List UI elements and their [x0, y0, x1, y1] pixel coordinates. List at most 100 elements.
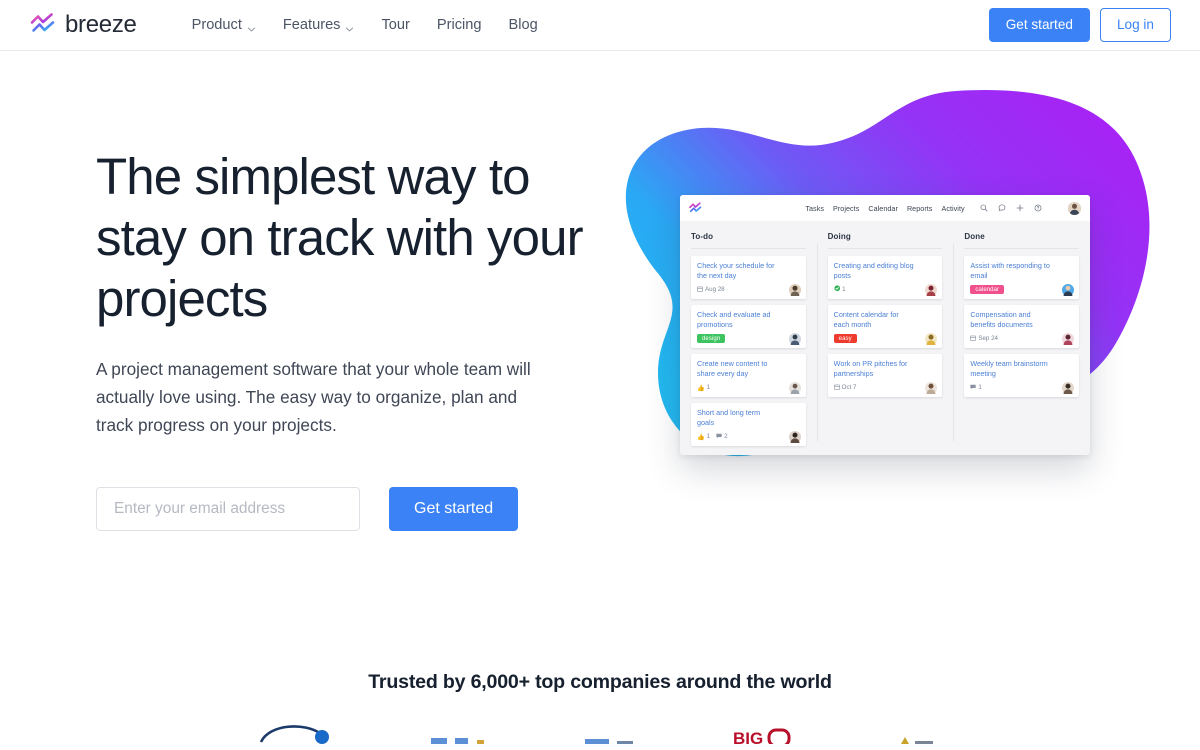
task-assignee-avatar[interactable] — [925, 283, 938, 300]
task-tag[interactable]: design — [697, 334, 726, 343]
task-comment-count-label: 1 — [978, 384, 982, 391]
app-nav-tasks[interactable]: Tasks — [805, 204, 824, 213]
task-comment-count-label: 2 — [724, 433, 728, 440]
task-title: Check and evaluate ad promotions — [697, 310, 771, 329]
task-due-date: Aug 28 — [697, 286, 725, 294]
hero-illustration: Tasks Projects Calendar Reports Activity — [596, 81, 1176, 501]
trusted-by-title: Trusted by 6,000+ top companies around t… — [368, 671, 832, 693]
breeze-zigzag-logo-icon — [30, 12, 56, 38]
task-meta: Oct 7 — [833, 383, 937, 392]
app-topbar: Tasks Projects Calendar Reports Activity — [680, 195, 1090, 221]
signup-form: Get started — [96, 487, 596, 531]
task-assignee-avatar[interactable] — [1062, 283, 1075, 300]
task-due-date-label: Aug 28 — [705, 286, 725, 293]
task-meta: Sep 24 — [970, 334, 1073, 343]
hero-subtitle: A project management software that your … — [96, 359, 531, 435]
chevron-down-icon — [345, 22, 354, 31]
task-comment-count: 2 — [716, 433, 728, 441]
hero-copy: The simplest way to stay on track with y… — [96, 146, 596, 531]
task-like-count: 👍 1 — [697, 384, 710, 392]
svg-text:BIG: BIG — [733, 729, 763, 744]
task-meta: design — [697, 334, 800, 343]
calendar-icon — [970, 335, 977, 343]
app-screenshot-window: Tasks Projects Calendar Reports Activity — [680, 195, 1090, 455]
task-tag[interactable]: easy — [833, 334, 857, 343]
partner-logo-bigo: BIG — [733, 722, 795, 744]
app-nav-calendar[interactable]: Calendar — [868, 204, 898, 213]
task-assignee-avatar[interactable] — [1062, 332, 1075, 349]
task-card[interactable]: Compensation and benefits documents Sep … — [964, 305, 1080, 349]
task-card[interactable]: Short and long term goals 👍 1 2 — [691, 403, 806, 447]
task-assignee-avatar[interactable] — [925, 381, 938, 398]
task-checklist-count: 1 — [834, 285, 846, 294]
comment-icon — [716, 433, 722, 441]
nav-item-label: Features — [282, 17, 341, 33]
task-card[interactable]: Content calendar for each month easy — [827, 305, 943, 349]
task-title: Create new content to share every day — [697, 359, 768, 378]
task-title: Short and long term goals — [697, 408, 761, 427]
task-assignee-avatar[interactable] — [788, 381, 801, 398]
task-assignee-avatar[interactable] — [788, 332, 801, 349]
task-checklist-count-label: 1 — [842, 286, 846, 293]
task-card[interactable]: Creating and editing blog posts 1 — [827, 256, 943, 300]
header-get-started-button[interactable]: Get started — [988, 8, 1090, 42]
nav-item-blog[interactable]: Blog — [508, 17, 537, 33]
app-user-avatar[interactable] — [1068, 201, 1081, 215]
hero-section: The simplest way to stay on track with y… — [0, 51, 1200, 671]
check-circle-icon — [834, 285, 841, 294]
task-meta: 👍 1 — [697, 383, 800, 392]
nav-item-product[interactable]: Product — [192, 17, 256, 33]
task-like-count: 👍 1 — [697, 433, 710, 441]
partner-logo-1 — [259, 722, 333, 744]
app-nav-projects[interactable]: Projects — [833, 204, 859, 213]
task-card[interactable]: Work on PR pitches for partnerships Oct … — [827, 354, 943, 398]
task-assignee-avatar[interactable] — [788, 430, 801, 447]
board-column-done: Done Assist with responding to email cal… — [953, 232, 1090, 455]
task-card[interactable]: Check and evaluate ad promotions design — [691, 305, 806, 349]
task-card[interactable]: Check your schedule for the next day Aug… — [691, 256, 806, 300]
header-login-button[interactable]: Log in — [1099, 8, 1171, 42]
task-assignee-avatar[interactable] — [1062, 381, 1075, 398]
help-circle-icon[interactable] — [1034, 204, 1042, 212]
brand-logo-link[interactable]: breeze — [30, 12, 137, 38]
site-header: breeze Product Features Tour Pricing Blo… — [0, 0, 1200, 51]
nav-item-tour[interactable]: Tour — [381, 17, 409, 33]
trusted-by-section: Trusted by 6,000+ top companies around t… — [0, 671, 1200, 744]
task-title: Check your schedule for the next day — [697, 261, 775, 280]
task-assignee-avatar[interactable] — [925, 332, 938, 349]
thumbs-up-icon: 👍 — [697, 384, 705, 392]
chevron-down-icon — [247, 22, 256, 31]
nav-item-features[interactable]: Features — [283, 17, 355, 33]
nav-item-label: Product — [191, 17, 242, 33]
comment-icon — [970, 384, 976, 392]
task-meta: 👍 1 2 — [697, 432, 800, 441]
task-title: Work on PR pitches for partnerships — [833, 359, 908, 378]
task-due-date-label: Oct 7 — [841, 384, 857, 391]
hero-get-started-button[interactable]: Get started — [389, 487, 519, 531]
plus-icon[interactable] — [1016, 204, 1024, 212]
task-meta: Aug 28 — [697, 285, 800, 294]
task-due-date: Oct 7 — [833, 384, 857, 392]
app-nav-reports[interactable]: Reports — [907, 204, 933, 213]
task-comment-count: 1 — [970, 384, 982, 392]
column-title: Doing — [827, 232, 943, 249]
nav-item-pricing[interactable]: Pricing — [437, 17, 482, 33]
task-title: Compensation and benefits documents — [970, 310, 1033, 329]
app-nav-activity[interactable]: Activity — [941, 204, 964, 213]
task-card[interactable]: Create new content to share every day 👍 … — [691, 354, 806, 398]
page-title: The simplest way to stay on track with y… — [96, 148, 584, 327]
task-title: Assist with responding to email — [970, 261, 1050, 280]
kanban-board: To-do Check your schedule for the next d… — [680, 221, 1090, 455]
task-card[interactable]: Assist with responding to email calendar — [964, 256, 1080, 300]
email-input[interactable] — [96, 487, 360, 531]
task-like-count-label: 1 — [706, 384, 711, 391]
search-icon[interactable] — [980, 204, 988, 212]
partner-logo-5 — [891, 722, 941, 744]
brand-name: breeze — [65, 11, 137, 38]
task-tag[interactable]: calendar — [970, 285, 1005, 294]
task-card[interactable]: Weekly team brainstorm meeting 1 — [964, 354, 1080, 398]
task-assignee-avatar[interactable] — [788, 283, 801, 300]
task-meta: 1 — [970, 383, 1073, 392]
app-breeze-logo-icon — [689, 201, 702, 215]
chat-bubble-icon[interactable] — [998, 204, 1006, 212]
